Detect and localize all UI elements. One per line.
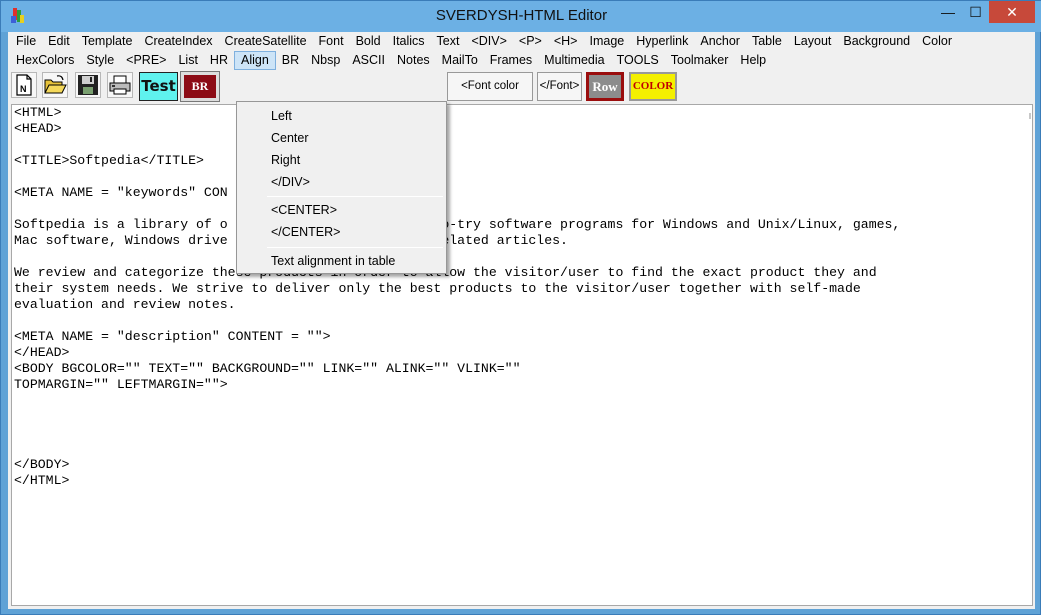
svg-text:N: N xyxy=(20,84,27,94)
align-close-div-item[interactable]: </DIV> xyxy=(239,171,444,193)
menu-frames[interactable]: Frames xyxy=(484,51,538,70)
menu-background[interactable]: Background xyxy=(837,32,916,51)
code-line: We review and categorize these products … xyxy=(14,265,877,280)
menu-p[interactable]: <P> xyxy=(513,32,548,51)
toolbar: N Test BR <Font color </Font> Row COLOR xyxy=(8,70,1035,119)
menu-hr[interactable]: HR xyxy=(204,51,234,70)
title-bar[interactable]: SVERDYSH-HTML Editor — ☐ ✕ xyxy=(1,1,1041,32)
text-alignment-in-table-item[interactable]: Text alignment in table xyxy=(239,250,444,272)
align-left-item[interactable]: Left xyxy=(239,105,444,127)
br-button[interactable]: BR xyxy=(180,71,220,102)
maximize-button[interactable]: ☐ xyxy=(962,1,989,23)
menu-bar-secondary: HexColors Style <PRE> List HR Align BR N… xyxy=(8,51,1035,70)
font-color-size-button[interactable]: <Font color size> xyxy=(447,72,533,119)
menu-bar-primary: File Edit Template CreateIndex CreateSat… xyxy=(8,32,1035,51)
menu-mailto[interactable]: MailTo xyxy=(436,51,484,70)
code-line: </HEAD> xyxy=(14,345,70,360)
menu-tools[interactable]: TOOLS xyxy=(611,51,665,70)
menu-createindex[interactable]: CreateIndex xyxy=(138,32,218,51)
minimize-button[interactable]: — xyxy=(934,1,962,23)
print-button[interactable] xyxy=(107,72,133,98)
close-button[interactable]: ✕ xyxy=(989,1,1035,23)
menu-align[interactable]: Align xyxy=(233,51,276,70)
client-area: File Edit Template CreateIndex CreateSat… xyxy=(8,32,1035,609)
menu-multimedia[interactable]: Multimedia xyxy=(538,51,610,70)
menu-font[interactable]: Font xyxy=(313,32,350,51)
code-line: Mac software, Windows drive related arti… xyxy=(14,233,568,248)
printer-icon xyxy=(109,75,131,95)
menu-table[interactable]: Table xyxy=(746,32,788,51)
menu-notes[interactable]: Notes xyxy=(391,51,436,70)
align-close-center-item[interactable]: </CENTER> xyxy=(239,221,444,243)
menu-hyperlink[interactable]: Hyperlink xyxy=(630,32,694,51)
code-line: <HEAD> xyxy=(14,121,62,136)
menu-edit[interactable]: Edit xyxy=(42,32,76,51)
menu-layout[interactable]: Layout xyxy=(788,32,838,51)
save-button[interactable] xyxy=(75,72,101,98)
align-right-item[interactable]: Right xyxy=(239,149,444,171)
menu-color[interactable]: Color xyxy=(916,32,958,51)
menu-template[interactable]: Template xyxy=(76,32,139,51)
scrollbar-marker[interactable] xyxy=(1029,113,1031,119)
menu-help[interactable]: Help xyxy=(734,51,772,70)
code-line: </BODY> xyxy=(14,457,70,472)
editor-text: <HTML> <HEAD> <TITLE>Softpedia</TITLE> <M… xyxy=(14,105,900,489)
new-document-button[interactable]: N xyxy=(11,72,37,98)
code-line: evaluation and review notes. xyxy=(14,297,236,312)
menu-text[interactable]: Text xyxy=(431,32,466,51)
align-dropdown-menu: Left Center Right </DIV> <CENTER> </CENT… xyxy=(236,101,447,274)
menu-anchor[interactable]: Anchor xyxy=(694,32,746,51)
app-window: SVERDYSH-HTML Editor — ☐ ✕ File Edit Tem… xyxy=(0,0,1041,615)
code-editor[interactable]: <HTML> <HEAD> <TITLE>Softpedia</TITLE> <M… xyxy=(11,104,1033,606)
window-title: SVERDYSH-HTML Editor xyxy=(435,7,608,24)
menu-file[interactable]: File xyxy=(10,32,42,51)
code-line: <BODY BGCOLOR="" TEXT="" BACKGROUND="" L… xyxy=(14,361,521,376)
menu-list[interactable]: List xyxy=(172,51,203,70)
open-folder-icon xyxy=(44,75,67,94)
new-document-icon: N xyxy=(16,74,32,96)
menu-h[interactable]: <H> xyxy=(548,32,584,51)
open-button[interactable] xyxy=(42,72,68,98)
menu-ascii[interactable]: ASCII xyxy=(346,51,391,70)
menu-br[interactable]: BR xyxy=(276,51,305,70)
menu-italics[interactable]: Italics xyxy=(387,32,431,51)
code-line: <META NAME = "description" CONTENT = ""> xyxy=(14,329,331,344)
row-button[interactable]: Row xyxy=(586,72,624,101)
menu-nbsp[interactable]: Nbsp xyxy=(305,51,346,70)
align-center-tag-item[interactable]: <CENTER> xyxy=(239,199,444,221)
align-center-item[interactable]: Center xyxy=(239,127,444,149)
test-button[interactable]: Test xyxy=(139,72,178,101)
menu-image[interactable]: Image xyxy=(584,32,631,51)
menu-div[interactable]: <DIV> xyxy=(465,32,512,51)
menu-createsatellite[interactable]: CreateSatellite xyxy=(219,32,313,51)
menu-style[interactable]: Style xyxy=(80,51,120,70)
code-line: <META NAME = "keywords" CON xyxy=(14,185,228,200)
code-line: Softpedia is a library of o to-try softw… xyxy=(14,217,901,232)
code-line: their system needs. We strive to deliver… xyxy=(14,281,861,296)
font-close-button[interactable]: </Font> xyxy=(537,72,582,101)
menu-bold[interactable]: Bold xyxy=(350,32,387,51)
code-line: <TITLE>Softpedia</TITLE> xyxy=(14,153,204,168)
menu-separator xyxy=(267,196,443,197)
floppy-disk-icon xyxy=(78,75,98,95)
code-line: </HTML> xyxy=(14,473,70,488)
menu-pre[interactable]: <PRE> xyxy=(120,51,172,70)
menu-hexcolors[interactable]: HexColors xyxy=(10,51,80,70)
code-line: <HTML> xyxy=(14,105,62,120)
color-button[interactable]: COLOR xyxy=(629,72,677,101)
code-line: TOPMARGIN="" LEFTMARGIN=""> xyxy=(14,377,228,392)
menu-separator xyxy=(267,247,443,248)
menu-toolmaker[interactable]: Toolmaker xyxy=(665,51,735,70)
